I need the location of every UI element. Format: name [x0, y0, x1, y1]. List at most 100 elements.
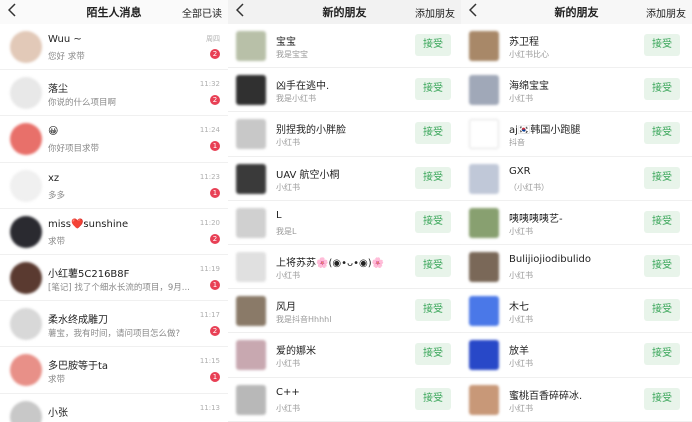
avatar[interactable] [469, 119, 499, 150]
avatar[interactable] [236, 119, 266, 150]
friend-name: 别捏我的小胖脸 [276, 125, 346, 137]
accept-button[interactable]: 接受 [415, 210, 451, 233]
message-row[interactable]: miss❤️sunshine 求带 11:20 2 [0, 209, 228, 255]
unread-badge: 2 [210, 326, 220, 337]
unread-badge: 2 [210, 49, 220, 59]
avatar[interactable] [469, 207, 499, 238]
sender-name: miss❤️sunshine [48, 218, 129, 230]
sender-name: xz [48, 172, 60, 184]
friend-request-row: 宝宝 我是宝宝 接受 [228, 24, 461, 69]
avatar[interactable] [10, 354, 42, 387]
accept-button[interactable]: 接受 [644, 78, 680, 101]
friend-request-row: C++ 小红书 接受 [228, 377, 461, 422]
stranger-messages-screen: 陌生人消息 全部已读 Wuu ~ 您好 求带 周四 2 落尘 你说的什么项目啊 11:32 2… [0, 0, 228, 422]
friend-request-row: 爱的娜米 小红书 接受 [228, 333, 461, 378]
avatar[interactable] [10, 400, 42, 422]
accept-button[interactable]: 接受 [644, 343, 680, 366]
accept-button[interactable]: 接受 [644, 122, 680, 145]
avatar[interactable] [10, 77, 42, 110]
new-friends-header: 新的朋友 添加朋友 [228, 0, 461, 24]
friend-request-list: 苏卫程 小红书比心 接受 海绵宝宝 小红书 接受 aj🇰🇷韩国小跑腿 抖音 接受 GXR （小红书）… [461, 24, 692, 422]
unread-badge: 1 [210, 141, 220, 152]
friend-name: 木七 [509, 302, 529, 314]
message-row[interactable]: Wuu ~ 您好 求带 周四 2 [0, 24, 228, 71]
friend-name: aj🇰🇷韩国小跑腿 [509, 125, 581, 137]
message-row[interactable]: 小张 11:13 [0, 394, 228, 422]
friend-name: 苏卫程 [509, 37, 539, 48]
avatar[interactable] [469, 340, 499, 371]
avatar[interactable] [469, 296, 499, 327]
avatar[interactable] [10, 31, 42, 63]
avatar[interactable] [469, 75, 499, 106]
message-row[interactable]: 多巴胺等于ta 求带 11:15 1 [0, 347, 228, 394]
avatar[interactable] [236, 251, 266, 282]
message-time: 11:15 [199, 357, 220, 366]
message-row[interactable]: 😀 你好项目求带 11:24 1 [0, 116, 228, 163]
friend-name: 蜜桃百香碎碎冰. [509, 390, 583, 402]
friend-name: Bulijiojiodibulido [509, 253, 591, 265]
avatar[interactable] [236, 163, 266, 194]
accept-button[interactable]: 接受 [644, 387, 680, 410]
message-row[interactable]: 柔水终成雕刀 薯宝，我有时间，请问项目怎么做? 11:17 2 [0, 301, 228, 348]
page-title: 新的朋友 [322, 6, 367, 19]
back-arrow-icon[interactable] [469, 3, 477, 17]
avatar[interactable] [10, 123, 42, 156]
message-row[interactable]: 小红薯5C216B8F [笔记] 找了个细水长流的项目，9月... 11:19 1 [0, 255, 228, 302]
avatar[interactable] [236, 31, 266, 61]
request-source: 小红书 [276, 270, 300, 280]
message-time: 11:17 [199, 311, 220, 320]
message-time: 11:13 [199, 403, 220, 412]
avatar[interactable] [236, 384, 266, 415]
accept-button[interactable]: 接受 [644, 254, 680, 277]
accept-button[interactable]: 接受 [644, 34, 680, 56]
friend-name: 凶手在逃中. [276, 81, 330, 93]
avatar[interactable] [10, 169, 42, 202]
message-row[interactable]: 落尘 你说的什么项目啊 11:32 2 [0, 70, 228, 117]
new-friends-screen-1: 新的朋友 添加朋友 宝宝 我是宝宝 接受 凶手在逃中. 我是小红书 接受 别捏我的小胖脸 小红… [228, 0, 461, 422]
accept-button[interactable]: 接受 [644, 166, 680, 189]
avatar[interactable] [236, 296, 266, 327]
friend-request-row: 上将苏苏🌸(◉•ᴗ•◉)🌸 小红书 接受 [228, 244, 461, 290]
accept-button[interactable]: 接受 [415, 343, 451, 366]
friend-name: UAV 航空小桐 [276, 169, 340, 181]
accept-button[interactable]: 接受 [415, 34, 451, 56]
back-arrow-icon[interactable] [236, 3, 244, 17]
avatar[interactable] [10, 215, 42, 248]
avatar[interactable] [469, 384, 499, 415]
back-arrow-icon[interactable] [8, 3, 16, 17]
message-preview: 求带 [48, 375, 66, 386]
friend-request-row: 放羊 小红书 接受 [461, 333, 692, 378]
mark-all-read-button[interactable]: 全部已读 [182, 5, 222, 20]
avatar[interactable] [236, 75, 266, 106]
accept-button[interactable]: 接受 [644, 299, 680, 322]
avatar[interactable] [10, 308, 42, 341]
request-source: （小红书） [509, 182, 549, 192]
add-friend-button[interactable]: 添加朋友 [646, 5, 686, 20]
avatar[interactable] [469, 31, 499, 61]
friend-name: C++ [276, 386, 300, 398]
avatar[interactable] [236, 340, 266, 371]
friend-request-row: 蜜桃百香碎碎冰. 小红书 接受 [461, 378, 692, 422]
request-source: 我是抖音Hhhhl [276, 315, 332, 325]
avatar[interactable] [469, 163, 499, 194]
accept-button[interactable]: 接受 [415, 166, 451, 189]
accept-button[interactable]: 接受 [415, 254, 451, 277]
add-friend-button[interactable]: 添加朋友 [415, 5, 455, 20]
accept-button[interactable]: 接受 [415, 299, 451, 322]
message-preview: 求带 [48, 236, 66, 247]
friend-request-row: Bulijiojiodibulido 小红书 接受 [461, 245, 692, 290]
message-row[interactable]: xz 多多 11:23 1 [0, 163, 228, 209]
sender-name: 小红薯5C216B8F [48, 268, 130, 280]
avatar[interactable] [236, 207, 266, 238]
avatar[interactable] [10, 261, 42, 294]
accept-button[interactable]: 接受 [644, 210, 680, 233]
friend-request-row: 海绵宝宝 小红书 接受 [461, 68, 692, 113]
accept-button[interactable]: 接受 [415, 78, 451, 101]
request-source: 我是宝宝 [276, 50, 308, 59]
accept-button[interactable]: 接受 [415, 387, 451, 410]
message-preview: 你好项目求带 [48, 144, 100, 155]
friend-request-list: 宝宝 我是宝宝 接受 凶手在逃中. 我是小红书 接受 别捏我的小胖脸 小红书 接受 UAV 航空小… [228, 24, 461, 422]
accept-button[interactable]: 接受 [415, 122, 451, 145]
unread-badge: 2 [210, 233, 220, 244]
avatar[interactable] [469, 251, 499, 282]
